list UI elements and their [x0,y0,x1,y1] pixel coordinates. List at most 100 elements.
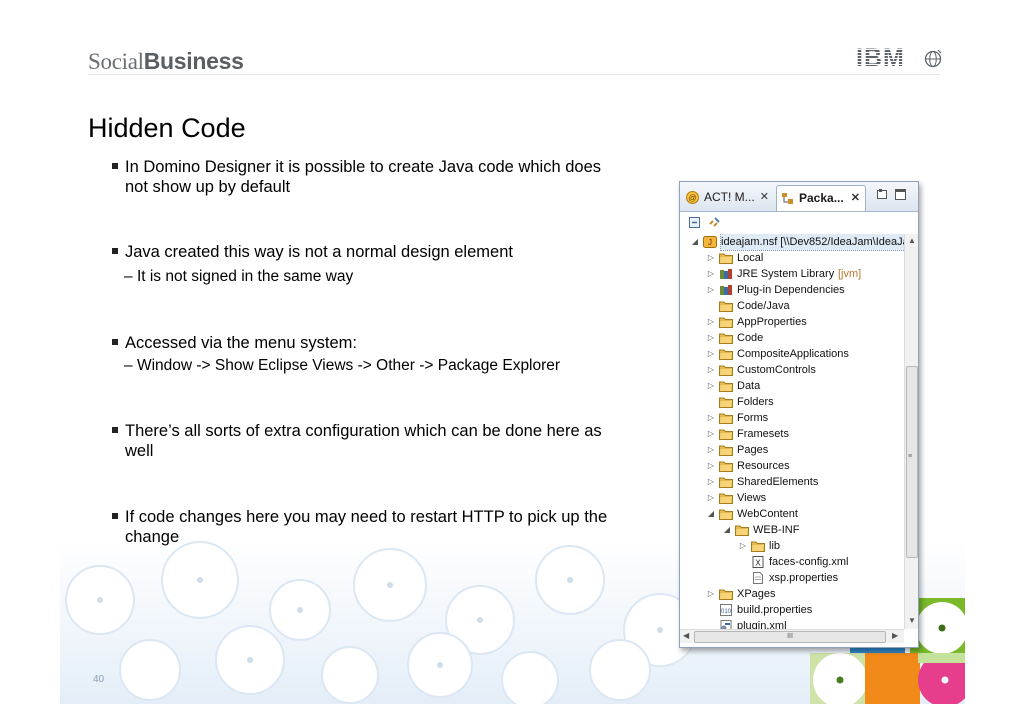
tree-item[interactable]: ▷ lib [680,538,904,554]
tree-item[interactable]: ▷ XPages [680,586,904,602]
collapsed-twisty-icon[interactable]: ▷ [706,266,716,282]
tree-item[interactable]: ▷ Pages [680,442,904,458]
tree-item[interactable]: ▷ JRE System Library [jvm] [680,266,904,282]
folder-icon [719,412,733,424]
folder-icon [751,540,765,552]
page-number: 40 [93,674,105,685]
collapsed-twisty-icon[interactable]: ▷ [706,586,716,602]
tree-item-label: WEB-INF [753,524,800,536]
tree-item[interactable]: ▷ Plug-in Dependencies [680,282,904,298]
tree-item-label: Framesets [737,428,789,440]
tree-item-label: CompositeApplications [737,348,849,360]
collapsed-twisty-icon[interactable]: ▷ [706,442,716,458]
bullet-text: In Domino Designer it is possible to cre… [125,158,601,196]
package-explorer-icon [782,193,793,204]
bullet-text: If code changes here you may need to res… [125,508,608,546]
collapsed-twisty-icon[interactable]: ▷ [706,378,716,394]
slide-title: Hidden Code [88,113,246,143]
collapsed-twisty-icon[interactable]: ▷ [706,474,716,490]
collapsed-twisty-icon[interactable]: ▷ [738,538,748,554]
tree-item[interactable]: ◢ Jideajam.nsf [\\Dev852/IdeaJam\IdeaJa [680,234,904,251]
horizontal-scroll-thumb[interactable]: III [694,631,886,643]
package-explorer-panel: @ ACT! M... ✕ Packa... ✕ ◢ J ideajam.nsf… [679,181,919,648]
collapsed-twisty-icon[interactable]: ▷ [706,458,716,474]
tree-item[interactable]: ▷ AppProperties [680,314,904,330]
folder-icon [735,524,749,536]
view-toolbar [680,212,918,234]
tree-item[interactable]: ◢ WebContent [680,506,904,522]
tree-item[interactable]: xsp.properties [680,570,904,586]
tree-item[interactable]: Code/Java [680,298,904,314]
close-icon[interactable]: ✕ [760,185,769,210]
tab-package-explorer[interactable]: Packa... ✕ [776,185,866,211]
tree-item[interactable]: ▷ CustomControls [680,362,904,378]
bullet-square-icon [112,339,118,345]
tree-item[interactable]: 010 build.properties [680,602,904,618]
close-icon[interactable]: ✕ [851,186,860,211]
collapse-all-icon[interactable] [688,216,701,229]
vertical-scrollbar[interactable]: ▲ ≡ ▼ [904,234,918,629]
folder-icon [719,588,733,600]
tree-item-label: Views [737,492,767,504]
collapsed-twisty-icon[interactable]: ▷ [706,426,716,442]
tree-item-label: Forms [737,412,769,424]
folder-icon [719,252,733,264]
plugin-file-icon [719,620,733,629]
tree-item[interactable]: ▷ Views [680,490,904,506]
header-divider [88,74,940,75]
collapsed-twisty-icon[interactable]: ▷ [706,362,716,378]
minimize-icon[interactable] [876,188,889,201]
social-business-logo: SocialBusiness [88,48,244,75]
collapsed-twisty-icon[interactable]: ▷ [706,490,716,506]
sub-bullet-item: – It is not signed in the same way [124,268,354,285]
tree-item[interactable]: ▷ Data [680,378,904,394]
collapsed-twisty-icon[interactable]: ▷ [706,282,716,298]
bullet-square-icon [112,513,118,519]
tree-item[interactable]: ▷ CompositeApplications [680,346,904,362]
tab-act[interactable]: @ ACT! M... ✕ [682,185,774,210]
tree-item[interactable]: plugin.xml [680,618,904,629]
properties-file-icon: 010 [719,604,733,616]
expanded-twisty-icon[interactable]: ◢ [706,506,716,522]
link-with-editor-icon[interactable] [708,215,722,229]
tree-item-label: JRE System Library [737,268,835,280]
collapsed-twisty-icon[interactable]: ▷ [706,346,716,362]
tree-item-label: plugin.xml [737,620,787,629]
tree-item-decoration: [jvm] [838,268,862,280]
collapsed-twisty-icon[interactable]: ▷ [706,250,716,266]
expanded-twisty-icon[interactable]: ◢ [722,522,732,538]
tree-item[interactable]: Xfaces-config.xml [680,554,904,570]
folder-icon [719,316,733,328]
library-icon [719,268,733,280]
sub-bullet-item: – Window -> Show Eclipse Views -> Other … [124,357,561,374]
tree-item-label: build.properties [737,604,813,616]
bullet-square-icon [112,248,118,254]
collapsed-twisty-icon[interactable]: ▷ [706,330,716,346]
tree-item-label: Pages [737,444,769,456]
tree-item-label: Folders [737,396,774,408]
tree-item[interactable]: ▷ Forms [680,410,904,426]
maximize-icon[interactable] [894,188,907,201]
svg-text:010: 010 [721,609,732,615]
collapsed-twisty-icon[interactable]: ▷ [706,410,716,426]
tree-item[interactable]: Folders [680,394,904,410]
vertical-scroll-thumb[interactable]: ≡ [906,366,918,558]
svg-text:@: @ [688,194,696,203]
tree-item[interactable]: ▷ Resources [680,458,904,474]
tree-item[interactable]: ◢ WEB-INF [680,522,904,538]
sub-bullet-text: It is not signed in the same way [136,268,354,285]
horizontal-scrollbar[interactable]: ◀ III ▶ [680,629,904,643]
collapsed-twisty-icon[interactable]: ▷ [706,314,716,330]
library-icon [719,284,733,296]
act-icon: @ [686,191,699,204]
bullet-text: Accessed via the menu system: [125,334,358,352]
tree-item[interactable]: ▷ Code [680,330,904,346]
tree-item[interactable]: ▷ Local [680,250,904,266]
xml-file-icon: X [751,556,765,568]
tree-item[interactable]: ▷ Framesets [680,426,904,442]
expanded-twisty-icon[interactable]: ◢ [690,234,700,250]
tree-item[interactable]: ▷ SharedElements [680,474,904,490]
folder-icon [719,332,733,344]
tree-item-label: ideajam.nsf [\\Dev852/IdeaJam\IdeaJa [720,234,904,251]
ibm-logo: IBM [856,44,948,74]
